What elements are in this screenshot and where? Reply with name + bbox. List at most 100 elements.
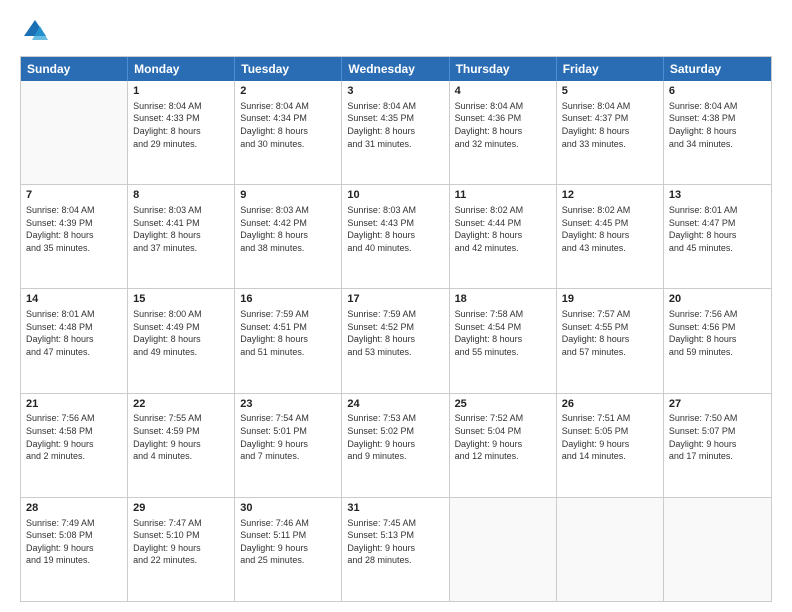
day-info: Sunrise: 7:58 AMSunset: 4:54 PMDaylight:…: [455, 308, 551, 358]
calendar-cell: 14Sunrise: 8:01 AMSunset: 4:48 PMDayligh…: [21, 289, 128, 392]
day-number: 27: [669, 397, 766, 412]
calendar-row-2: 7Sunrise: 8:04 AMSunset: 4:39 PMDaylight…: [21, 184, 771, 288]
day-number: 21: [26, 397, 122, 412]
calendar-cell: 26Sunrise: 7:51 AMSunset: 5:05 PMDayligh…: [557, 394, 664, 497]
day-number: 25: [455, 397, 551, 412]
day-number: 13: [669, 188, 766, 203]
calendar-cell: 13Sunrise: 8:01 AMSunset: 4:47 PMDayligh…: [664, 185, 771, 288]
calendar-row-4: 21Sunrise: 7:56 AMSunset: 4:58 PMDayligh…: [21, 393, 771, 497]
day-info: Sunrise: 7:59 AMSunset: 4:51 PMDaylight:…: [240, 308, 336, 358]
day-info: Sunrise: 7:51 AMSunset: 5:05 PMDaylight:…: [562, 412, 658, 462]
day-info: Sunrise: 7:54 AMSunset: 5:01 PMDaylight:…: [240, 412, 336, 462]
calendar-cell: 9Sunrise: 8:03 AMSunset: 4:42 PMDaylight…: [235, 185, 342, 288]
day-number: 19: [562, 292, 658, 307]
day-info: Sunrise: 7:52 AMSunset: 5:04 PMDaylight:…: [455, 412, 551, 462]
calendar-cell: 22Sunrise: 7:55 AMSunset: 4:59 PMDayligh…: [128, 394, 235, 497]
calendar-cell: 17Sunrise: 7:59 AMSunset: 4:52 PMDayligh…: [342, 289, 449, 392]
day-info: Sunrise: 7:56 AMSunset: 4:58 PMDaylight:…: [26, 412, 122, 462]
calendar-cell: 19Sunrise: 7:57 AMSunset: 4:55 PMDayligh…: [557, 289, 664, 392]
day-number: 14: [26, 292, 122, 307]
day-number: 8: [133, 188, 229, 203]
day-number: 20: [669, 292, 766, 307]
day-number: 4: [455, 84, 551, 99]
day-number: 2: [240, 84, 336, 99]
day-info: Sunrise: 7:53 AMSunset: 5:02 PMDaylight:…: [347, 412, 443, 462]
calendar-cell: 1Sunrise: 8:04 AMSunset: 4:33 PMDaylight…: [128, 81, 235, 184]
calendar-row-1: 1Sunrise: 8:04 AMSunset: 4:33 PMDaylight…: [21, 81, 771, 184]
logo: [20, 16, 54, 46]
calendar-body: 1Sunrise: 8:04 AMSunset: 4:33 PMDaylight…: [21, 81, 771, 601]
day-number: 17: [347, 292, 443, 307]
calendar-cell: 7Sunrise: 8:04 AMSunset: 4:39 PMDaylight…: [21, 185, 128, 288]
header-day-monday: Monday: [128, 57, 235, 81]
calendar-cell: 5Sunrise: 8:04 AMSunset: 4:37 PMDaylight…: [557, 81, 664, 184]
day-number: 23: [240, 397, 336, 412]
calendar-cell: 25Sunrise: 7:52 AMSunset: 5:04 PMDayligh…: [450, 394, 557, 497]
header: [20, 16, 772, 46]
calendar-cell: [21, 81, 128, 184]
calendar-cell: 10Sunrise: 8:03 AMSunset: 4:43 PMDayligh…: [342, 185, 449, 288]
logo-icon: [20, 16, 50, 46]
day-number: 24: [347, 397, 443, 412]
header-day-tuesday: Tuesday: [235, 57, 342, 81]
calendar-cell: 8Sunrise: 8:03 AMSunset: 4:41 PMDaylight…: [128, 185, 235, 288]
calendar-cell: 21Sunrise: 7:56 AMSunset: 4:58 PMDayligh…: [21, 394, 128, 497]
calendar-cell: 3Sunrise: 8:04 AMSunset: 4:35 PMDaylight…: [342, 81, 449, 184]
calendar-cell: 15Sunrise: 8:00 AMSunset: 4:49 PMDayligh…: [128, 289, 235, 392]
day-info: Sunrise: 8:03 AMSunset: 4:43 PMDaylight:…: [347, 204, 443, 254]
day-info: Sunrise: 8:01 AMSunset: 4:48 PMDaylight:…: [26, 308, 122, 358]
day-number: 9: [240, 188, 336, 203]
calendar-cell: [450, 498, 557, 601]
calendar-cell: 11Sunrise: 8:02 AMSunset: 4:44 PMDayligh…: [450, 185, 557, 288]
day-number: 31: [347, 501, 443, 516]
calendar-cell: 30Sunrise: 7:46 AMSunset: 5:11 PMDayligh…: [235, 498, 342, 601]
calendar-cell: 27Sunrise: 7:50 AMSunset: 5:07 PMDayligh…: [664, 394, 771, 497]
header-day-friday: Friday: [557, 57, 664, 81]
calendar-cell: 2Sunrise: 8:04 AMSunset: 4:34 PMDaylight…: [235, 81, 342, 184]
day-number: 26: [562, 397, 658, 412]
day-info: Sunrise: 8:04 AMSunset: 4:35 PMDaylight:…: [347, 100, 443, 150]
day-number: 29: [133, 501, 229, 516]
day-info: Sunrise: 8:02 AMSunset: 4:45 PMDaylight:…: [562, 204, 658, 254]
calendar-cell: 31Sunrise: 7:45 AMSunset: 5:13 PMDayligh…: [342, 498, 449, 601]
calendar-cell: [664, 498, 771, 601]
day-info: Sunrise: 7:57 AMSunset: 4:55 PMDaylight:…: [562, 308, 658, 358]
day-info: Sunrise: 8:04 AMSunset: 4:36 PMDaylight:…: [455, 100, 551, 150]
day-info: Sunrise: 8:04 AMSunset: 4:37 PMDaylight:…: [562, 100, 658, 150]
day-info: Sunrise: 7:49 AMSunset: 5:08 PMDaylight:…: [26, 517, 122, 567]
calendar-header: SundayMondayTuesdayWednesdayThursdayFrid…: [21, 57, 771, 81]
header-day-wednesday: Wednesday: [342, 57, 449, 81]
day-number: 1: [133, 84, 229, 99]
calendar-cell: 20Sunrise: 7:56 AMSunset: 4:56 PMDayligh…: [664, 289, 771, 392]
day-number: 10: [347, 188, 443, 203]
day-info: Sunrise: 8:03 AMSunset: 4:41 PMDaylight:…: [133, 204, 229, 254]
day-info: Sunrise: 7:45 AMSunset: 5:13 PMDaylight:…: [347, 517, 443, 567]
day-info: Sunrise: 8:03 AMSunset: 4:42 PMDaylight:…: [240, 204, 336, 254]
calendar-cell: 12Sunrise: 8:02 AMSunset: 4:45 PMDayligh…: [557, 185, 664, 288]
day-info: Sunrise: 8:01 AMSunset: 4:47 PMDaylight:…: [669, 204, 766, 254]
header-day-sunday: Sunday: [21, 57, 128, 81]
day-number: 7: [26, 188, 122, 203]
day-info: Sunrise: 7:46 AMSunset: 5:11 PMDaylight:…: [240, 517, 336, 567]
calendar-cell: 6Sunrise: 8:04 AMSunset: 4:38 PMDaylight…: [664, 81, 771, 184]
calendar-cell: [557, 498, 664, 601]
header-day-saturday: Saturday: [664, 57, 771, 81]
day-number: 3: [347, 84, 443, 99]
day-info: Sunrise: 8:02 AMSunset: 4:44 PMDaylight:…: [455, 204, 551, 254]
calendar-cell: 18Sunrise: 7:58 AMSunset: 4:54 PMDayligh…: [450, 289, 557, 392]
day-number: 12: [562, 188, 658, 203]
day-info: Sunrise: 7:59 AMSunset: 4:52 PMDaylight:…: [347, 308, 443, 358]
calendar-cell: 4Sunrise: 8:04 AMSunset: 4:36 PMDaylight…: [450, 81, 557, 184]
day-number: 30: [240, 501, 336, 516]
day-info: Sunrise: 7:55 AMSunset: 4:59 PMDaylight:…: [133, 412, 229, 462]
calendar-row-5: 28Sunrise: 7:49 AMSunset: 5:08 PMDayligh…: [21, 497, 771, 601]
calendar-row-3: 14Sunrise: 8:01 AMSunset: 4:48 PMDayligh…: [21, 288, 771, 392]
day-number: 18: [455, 292, 551, 307]
day-info: Sunrise: 8:04 AMSunset: 4:38 PMDaylight:…: [669, 100, 766, 150]
day-info: Sunrise: 8:00 AMSunset: 4:49 PMDaylight:…: [133, 308, 229, 358]
day-number: 5: [562, 84, 658, 99]
day-info: Sunrise: 7:50 AMSunset: 5:07 PMDaylight:…: [669, 412, 766, 462]
day-number: 28: [26, 501, 122, 516]
calendar: SundayMondayTuesdayWednesdayThursdayFrid…: [20, 56, 772, 602]
day-number: 22: [133, 397, 229, 412]
